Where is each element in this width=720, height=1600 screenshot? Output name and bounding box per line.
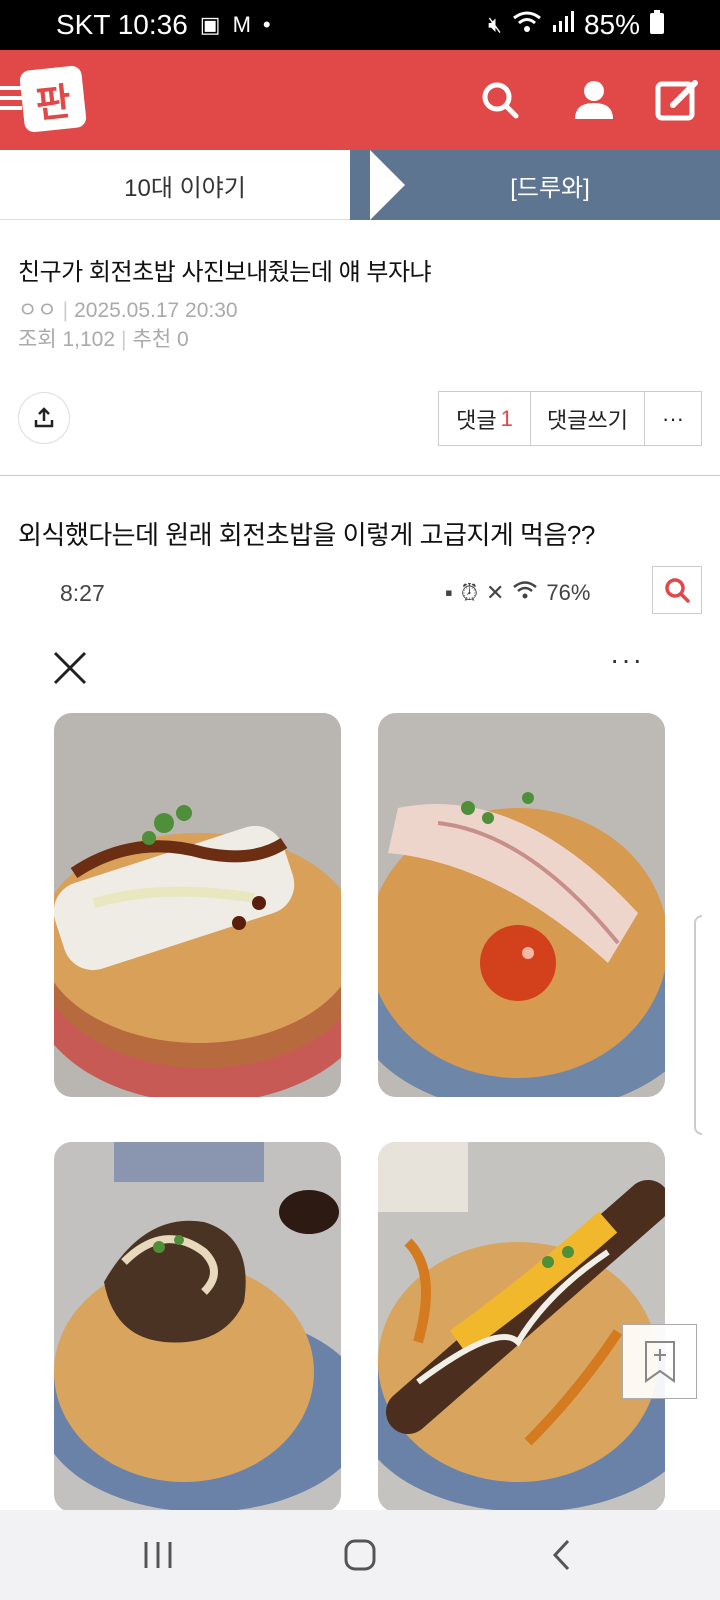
post-body-text: 외식했다는데 원래 회전초밥을 이렇게 고급지게 먹음?? xyxy=(18,520,595,550)
image-icon: ▣ xyxy=(199,12,221,37)
search-icon[interactable] xyxy=(470,70,530,130)
status-bar: SKT 10:36 ▣ M • 🔇︎ 85% xyxy=(0,0,720,50)
recents-icon[interactable] xyxy=(128,1535,188,1575)
folder-icon: ▪ xyxy=(445,580,453,605)
meta-separator: | xyxy=(121,328,127,351)
battery-text: 85% xyxy=(583,9,640,40)
post-date: 2025.05.17 20:30 xyxy=(74,299,238,322)
more-options-button[interactable]: ··· xyxy=(645,392,701,445)
write-icon[interactable] xyxy=(648,70,708,130)
write-comment-button[interactable]: 댓글쓰기 xyxy=(531,392,645,445)
wifi-icon xyxy=(512,10,542,40)
close-icon xyxy=(52,650,88,686)
bookmark-button[interactable] xyxy=(622,1324,697,1399)
views-count: 1,102 xyxy=(62,328,116,351)
battery-icon xyxy=(650,9,664,41)
floating-search-button[interactable] xyxy=(652,566,702,614)
recommend-count: 0 xyxy=(177,328,189,351)
sushi-photo xyxy=(54,713,341,1097)
meta-separator: | xyxy=(62,299,69,322)
user-icon[interactable] xyxy=(564,70,624,130)
embedded-time: 8:27 xyxy=(60,580,105,606)
home-icon[interactable] xyxy=(330,1535,390,1575)
back-icon[interactable] xyxy=(532,1535,592,1575)
logo-text: 판 xyxy=(33,78,74,127)
carrier-time: SKT 10:36 xyxy=(56,9,188,40)
share-icon xyxy=(34,407,54,428)
sushi-photo xyxy=(54,1142,341,1512)
wifi-icon xyxy=(512,580,538,606)
post-action-buttons: 댓글 1 댓글쓰기 ··· xyxy=(438,391,702,446)
signal-icon xyxy=(552,11,574,39)
comment-count-button[interactable]: 댓글 1 xyxy=(439,392,531,445)
post-title: 친구가 회전초밥 사진보내줬는데 얘 부자냐 xyxy=(18,259,432,286)
scroll-handle[interactable] xyxy=(694,915,702,1135)
tab-10s-story[interactable]: 10대 이야기 xyxy=(0,150,370,220)
post-meta-stats: 조회 1,102 | 추천 0 xyxy=(18,323,189,353)
recommend-label: 추천 xyxy=(132,328,172,351)
tab-druwa[interactable]: [드루와] xyxy=(350,150,720,220)
embedded-more-icon: ··· xyxy=(610,644,644,675)
logo[interactable]: 판 xyxy=(18,64,88,134)
mute-icon: ✕ xyxy=(485,580,505,605)
alarm-icon: ⏰︎ xyxy=(460,580,478,605)
mail-icon: M xyxy=(232,12,251,37)
system-nav-bar xyxy=(0,1510,720,1600)
comment-count: 1 xyxy=(500,405,513,431)
embedded-status-icons: ▪ ⏰︎ ✕ 76% xyxy=(445,580,590,606)
post-meta-author-date: ㅇㅇ | 2025.05.17 20:30 xyxy=(18,294,238,324)
divider xyxy=(0,475,720,476)
dot-icon: • xyxy=(262,12,271,37)
post-author[interactable]: ㅇㅇ xyxy=(18,299,57,322)
search-icon xyxy=(665,578,690,603)
views-label: 조회 xyxy=(18,328,57,351)
tab-arrow xyxy=(370,150,405,220)
app-header: 판 xyxy=(0,50,720,150)
mute-icon: 🔇︎ xyxy=(488,12,502,37)
bookmark-icon xyxy=(644,1340,675,1383)
embedded-battery: 76% xyxy=(546,580,591,605)
board-tabs: 10대 이야기 [드루와] xyxy=(0,150,720,220)
share-button[interactable] xyxy=(18,392,70,444)
comment-label: 댓글 xyxy=(456,407,497,433)
sushi-photo xyxy=(378,713,665,1097)
